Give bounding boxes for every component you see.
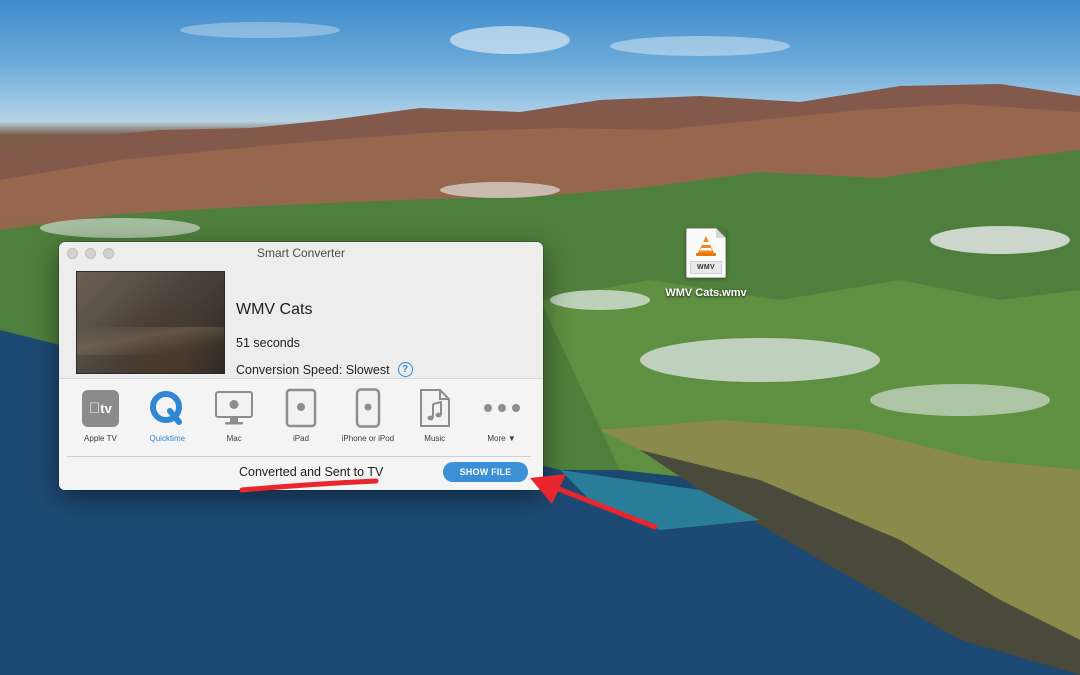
device-ipad[interactable]: iPad [268, 387, 335, 449]
more-icon [483, 404, 520, 412]
window-controls [67, 248, 114, 259]
device-label: Mac [226, 434, 242, 443]
device-apple-tv[interactable]: tv Apple TV [67, 387, 134, 449]
device-label: Music [424, 434, 446, 443]
file-type-badge: WMV [690, 261, 722, 274]
window-titlebar[interactable]: Smart Converter [59, 242, 543, 264]
smart-converter-window: Smart Converter WMV Cats 51 seconds Conv… [59, 242, 543, 490]
device-list: tv Apple TV Quicktime [67, 387, 535, 449]
wmv-file-icon: WMV [686, 228, 726, 278]
device-panel: tv Apple TV Quicktime [59, 378, 543, 490]
desktop-file-wmv[interactable]: WMV WMV Cats.wmv [660, 228, 752, 299]
mac-icon [215, 391, 254, 425]
file-name-label: WMV Cats.wmv [665, 287, 747, 299]
divider [67, 456, 531, 457]
device-iphone[interactable]: iPhone or iPod [334, 387, 401, 449]
video-thumbnail [76, 271, 225, 374]
show-file-button[interactable]: SHOW FILE [443, 462, 528, 482]
minimize-button[interactable] [85, 248, 96, 259]
device-more[interactable]: More ▼ [468, 387, 535, 449]
device-label: More ▼ [487, 434, 516, 443]
conversion-speed-label: Conversion Speed: Slowest [236, 362, 390, 377]
status-message: Converted and Sent to TV [239, 465, 384, 479]
media-duration: 51 seconds [236, 336, 300, 350]
quicktime-icon [150, 391, 183, 425]
help-icon[interactable]: ? [397, 362, 413, 377]
device-mac[interactable]: Mac [201, 387, 268, 449]
media-title: WMV Cats [236, 301, 313, 318]
close-button[interactable] [67, 248, 78, 259]
media-info: WMV Cats 51 seconds Conversion Speed: Sl… [59, 264, 543, 378]
window-title: Smart Converter [256, 246, 346, 260]
device-label: Quicktime [149, 434, 186, 443]
music-icon [419, 389, 450, 427]
apple-tv-icon: tv [81, 389, 119, 427]
device-label: iPhone or iPod [341, 434, 395, 443]
iphone-icon [355, 388, 381, 428]
device-quicktime[interactable]: Quicktime [134, 387, 201, 449]
device-label: Apple TV [84, 434, 117, 443]
ipad-icon [285, 388, 317, 428]
device-label: iPad [293, 434, 310, 443]
device-music[interactable]: Music [401, 387, 468, 449]
conversion-speed: Conversion Speed: Slowest ? [236, 362, 413, 377]
vlc-cone-icon [696, 236, 716, 256]
zoom-button[interactable] [103, 248, 114, 259]
